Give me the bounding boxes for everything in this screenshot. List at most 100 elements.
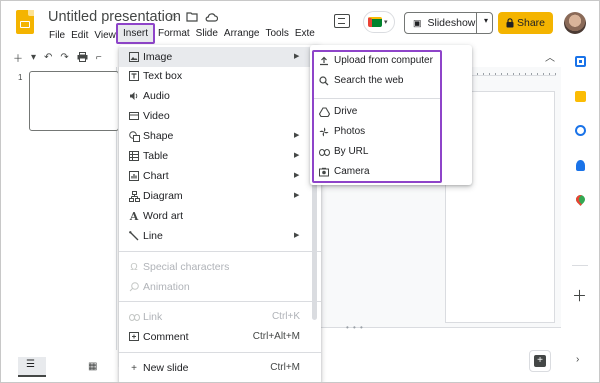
menu-bar: File Edit View	[46, 28, 119, 42]
insert-menu-item-table[interactable]: Table ▶	[119, 146, 321, 166]
menu-edit[interactable]: Edit	[68, 30, 91, 41]
star-icon[interactable]: ☆	[166, 10, 180, 24]
document-title[interactable]: Untitled presentation	[48, 9, 181, 25]
line-icon	[128, 230, 140, 242]
redo-icon[interactable]: ↷	[60, 52, 68, 63]
insert-menu-item-link[interactable]: Link Ctrl+K	[119, 307, 321, 327]
animation-icon	[128, 281, 140, 293]
keep-icon[interactable]	[575, 91, 586, 102]
button-split-divider	[476, 13, 477, 33]
new-slide-chevron-icon[interactable]: ▾	[31, 52, 36, 63]
diagram-icon	[128, 190, 140, 202]
table-icon	[128, 150, 140, 162]
meet-icon	[368, 17, 382, 27]
paint-format-icon[interactable]: ⌐	[96, 52, 102, 63]
chevron-down-icon: ▾	[384, 19, 388, 26]
share-button[interactable]: Share	[498, 12, 553, 34]
menu-format[interactable]: Format	[155, 28, 193, 42]
menu-separator	[119, 251, 321, 252]
comment-history-icon[interactable]	[334, 14, 350, 28]
slideshow-options-chevron-icon[interactable]: ▾	[484, 16, 488, 25]
audio-icon	[128, 90, 140, 102]
insert-menu-item-comment[interactable]: Comment Ctrl+Alt+M	[119, 327, 321, 347]
add-note-icon: +	[534, 355, 546, 367]
slideshow-label: Slideshow	[427, 17, 476, 29]
share-label: Share	[516, 17, 546, 29]
undo-icon[interactable]: ↶	[44, 52, 52, 63]
print-icon[interactable]	[77, 52, 88, 62]
calendar-icon[interactable]	[575, 56, 586, 67]
shortcut-text: Ctrl+M	[270, 362, 300, 373]
plus-icon: +	[131, 362, 137, 374]
insert-menu-item-text-box[interactable]: Text box	[119, 66, 321, 86]
menu-file[interactable]: File	[46, 30, 68, 41]
insert-menu-item-diagram[interactable]: Diagram ▶	[119, 186, 321, 206]
insert-menu-item-image[interactable]: Image ▶	[119, 47, 321, 67]
filmstrip-view-icon[interactable]	[18, 357, 46, 377]
chart-icon	[128, 170, 140, 182]
slide-number: 1	[18, 73, 23, 82]
menu-extensions[interactable]: Exten	[292, 28, 315, 42]
submenu-arrow-icon: ▶	[294, 192, 300, 199]
explore-button[interactable]: +	[529, 350, 551, 372]
insert-menu-item-animation[interactable]: Animation	[119, 277, 321, 297]
slideshow-button[interactable]: ▣ Slideshow ▾	[404, 12, 493, 34]
speaker-notes-area[interactable]	[321, 327, 561, 368]
insert-menu-item-video[interactable]: Video	[119, 106, 321, 126]
insert-menu-item-chart[interactable]: Chart ▶	[119, 166, 321, 186]
shape-icon	[128, 130, 140, 142]
annotation-highlight-box	[312, 50, 442, 183]
submenu-arrow-icon: ▶	[294, 232, 300, 239]
chevron-right-icon[interactable]: ›	[576, 354, 579, 365]
side-panel: ＋ ›	[567, 43, 591, 373]
maps-icon[interactable]	[574, 193, 587, 206]
app-window: Untitled presentation ☆ File Edit View I…	[0, 0, 600, 383]
submenu-arrow-icon: ▶	[294, 152, 300, 159]
submenu-arrow-icon: ▶	[294, 132, 300, 139]
title-actions: ☆	[166, 10, 218, 24]
notes-resize-handle[interactable]: • • •	[346, 323, 364, 332]
menu-bar-rest: Format Slide Arrange Tools Exten	[155, 28, 315, 42]
slides-logo-icon[interactable]	[16, 10, 34, 34]
omega-icon: Ω	[130, 261, 138, 273]
menu-view[interactable]: View	[91, 30, 119, 41]
grid-view-icon[interactable]: ▦	[88, 361, 97, 372]
insert-menu-item-special-characters[interactable]: Ω Special characters	[119, 257, 321, 277]
chevron-up-icon[interactable]: ︿	[545, 49, 555, 64]
menu-slide[interactable]: Slide	[193, 28, 221, 42]
avatar[interactable]	[564, 12, 586, 34]
image-icon	[128, 51, 140, 63]
new-slide-icon[interactable]: ＋	[13, 50, 23, 65]
side-panel-divider	[572, 265, 588, 266]
menu-insert[interactable]: Insert	[116, 23, 155, 44]
insert-menu-item-new-slide[interactable]: + New slide Ctrl+M	[119, 358, 321, 378]
insert-menu-dropdown: Image ▶ Text box Audio Video Shape ▶ Tab…	[119, 45, 321, 382]
link-icon	[128, 311, 140, 323]
menu-separator	[119, 352, 321, 353]
menu-separator	[119, 301, 321, 302]
insert-menu-item-word-art[interactable]: A Word art	[119, 206, 321, 226]
shortcut-text: Ctrl+Alt+M	[252, 331, 300, 342]
slide-thumbnail[interactable]	[29, 71, 119, 131]
shortcut-text: Ctrl+K	[271, 311, 300, 322]
contacts-icon[interactable]	[576, 160, 585, 171]
move-folder-icon[interactable]	[185, 10, 199, 24]
meet-button[interactable]: ▾	[363, 11, 395, 33]
insert-menu-item-shape[interactable]: Shape ▶	[119, 126, 321, 146]
insert-menu-item-audio[interactable]: Audio	[119, 86, 321, 106]
insert-menu-item-line[interactable]: Line ▶	[119, 226, 321, 246]
view-toggle: ▦	[18, 354, 103, 380]
add-comment-icon	[128, 331, 140, 343]
play-icon: ▣	[413, 17, 422, 28]
video-icon	[128, 110, 140, 122]
tasks-icon[interactable]	[575, 125, 586, 136]
text-box-icon	[128, 70, 140, 82]
lock-icon	[506, 18, 514, 28]
submenu-arrow-icon: ▶	[294, 172, 300, 179]
menu-arrange[interactable]: Arrange	[221, 28, 263, 42]
menu-tools[interactable]: Tools	[263, 28, 292, 42]
cloud-status-icon[interactable]	[204, 10, 218, 24]
submenu-arrow-icon: ▶	[294, 53, 300, 60]
word-art-icon: A	[129, 209, 139, 223]
get-add-ons-plus-icon[interactable]: ＋	[572, 285, 587, 306]
